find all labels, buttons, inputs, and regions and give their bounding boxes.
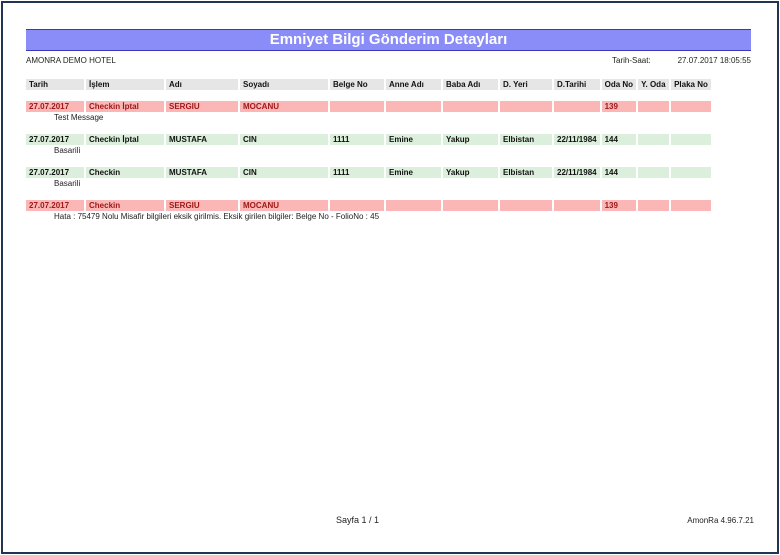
cell-first-name: MUSTAFA: [166, 134, 238, 145]
col-header-birth-date: D.Tarihi: [554, 79, 600, 90]
cell-last-name: CIN: [240, 134, 328, 145]
table-header-row: Tarih İşlem Adı Soyadı Belge No Anne Adı…: [26, 79, 711, 90]
table-row: 27.07.2017 Checkin İptal SERGIU MOCANU 1…: [26, 101, 711, 112]
message-text: Hata : 75479 Nolu Misafir bilgileri eksi…: [54, 212, 380, 221]
message-text: Basarili: [54, 179, 81, 188]
message-text: Basarili: [54, 146, 81, 155]
cell-document-no: [330, 101, 384, 112]
cell-date: 27.07.2017: [26, 167, 84, 178]
cell-father-name: [443, 101, 498, 112]
message-text: Test Message: [54, 113, 104, 122]
cell-first-name: SERGIU: [166, 101, 238, 112]
cell-birth-date: 22/11/1984: [554, 167, 600, 178]
col-header-document-no: Belge No: [330, 79, 384, 90]
app-version: AmonRa 4.96.7.21: [687, 516, 754, 525]
cell-room-no: 139: [601, 200, 637, 211]
cell-room-no: 139: [601, 101, 637, 112]
cell-mother-name: [386, 101, 441, 112]
cell-last-name: MOCANU: [240, 101, 328, 112]
cell-document-no: 1111: [330, 134, 384, 145]
cell-new-room: [638, 101, 670, 112]
cell-operation: Checkin İptal: [86, 101, 164, 112]
cell-birth-date: 22/11/1984: [554, 134, 600, 145]
col-header-last-name: Soyadı: [240, 79, 328, 90]
col-header-room-no: Oda No: [601, 79, 637, 90]
row-message: Basarili: [26, 145, 711, 156]
cell-date: 27.07.2017: [26, 101, 84, 112]
col-header-father-name: Baba Adı: [443, 79, 498, 90]
cell-date: 27.07.2017: [26, 200, 84, 211]
cell-new-room: [638, 200, 670, 211]
cell-new-room: [638, 167, 670, 178]
cell-last-name: CIN: [240, 167, 328, 178]
cell-mother-name: [386, 200, 441, 211]
page-number: Sayfa 1 / 1: [336, 515, 380, 525]
cell-birth-date: [554, 200, 600, 211]
cell-plate-no: [671, 200, 711, 211]
details-table: Tarih İşlem Adı Soyadı Belge No Anne Adı…: [24, 79, 713, 222]
cell-operation: Checkin İptal: [86, 134, 164, 145]
cell-birth-place: Elbistan: [500, 134, 552, 145]
cell-plate-no: [671, 134, 711, 145]
datetime-value: 27.07.2017 18:05:55: [677, 56, 751, 65]
cell-last-name: MOCANU: [240, 200, 328, 211]
cell-operation: Checkin: [86, 167, 164, 178]
cell-new-room: [638, 134, 670, 145]
cell-father-name: [443, 200, 498, 211]
report-meta: AMONRA DEMO HOTEL Tarih-Saat: 27.07.2017…: [26, 53, 751, 69]
cell-birth-place: [500, 200, 552, 211]
table-row: 27.07.2017 Checkin MUSTAFA CIN 1111 Emin…: [26, 167, 711, 178]
datetime-label: Tarih-Saat:: [612, 56, 651, 65]
cell-father-name: Yakup: [443, 167, 498, 178]
cell-first-name: MUSTAFA: [166, 167, 238, 178]
cell-plate-no: [671, 101, 711, 112]
row-message: Test Message: [26, 112, 711, 123]
col-header-operation: İşlem: [86, 79, 164, 90]
col-header-plate-no: Plaka No: [671, 79, 711, 90]
cell-mother-name: Emine: [386, 134, 441, 145]
cell-room-no: 144: [601, 134, 637, 145]
cell-document-no: [330, 200, 384, 211]
col-header-birth-place: D. Yeri: [500, 79, 552, 90]
cell-document-no: 1111: [330, 167, 384, 178]
col-header-date: Tarih: [26, 79, 84, 90]
row-message: Basarili: [26, 178, 711, 189]
cell-first-name: SERGIU: [166, 200, 238, 211]
table-row: 27.07.2017 Checkin SERGIU MOCANU 139: [26, 200, 711, 211]
report-title: Emniyet Bilgi Gönderim Detayları: [26, 29, 751, 51]
cell-date: 27.07.2017: [26, 134, 84, 145]
cell-operation: Checkin: [86, 200, 164, 211]
col-header-new-room: Y. Oda: [638, 79, 670, 90]
report-page: Emniyet Bilgi Gönderim Detayları AMONRA …: [26, 29, 751, 222]
hotel-name: AMONRA DEMO HOTEL: [26, 56, 116, 65]
table-row: 27.07.2017 Checkin İptal MUSTAFA CIN 111…: [26, 134, 711, 145]
cell-mother-name: Emine: [386, 167, 441, 178]
cell-father-name: Yakup: [443, 134, 498, 145]
cell-birth-place: [500, 101, 552, 112]
col-header-mother-name: Anne Adı: [386, 79, 441, 90]
cell-birth-place: Elbistan: [500, 167, 552, 178]
cell-room-no: 144: [601, 167, 637, 178]
col-header-first-name: Adı: [166, 79, 238, 90]
row-message: Hata : 75479 Nolu Misafir bilgileri eksi…: [26, 211, 711, 222]
cell-birth-date: [554, 101, 600, 112]
cell-plate-no: [671, 167, 711, 178]
